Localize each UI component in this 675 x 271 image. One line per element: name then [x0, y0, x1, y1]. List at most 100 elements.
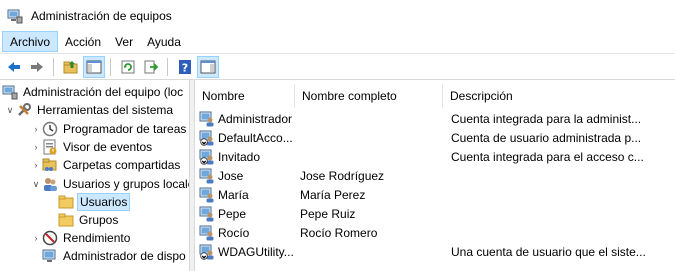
back-arrow-icon: [8, 61, 20, 72]
table-row[interactable]: Jose Jose Rodríguez: [195, 166, 675, 185]
tree-item-label: Administrador de dispo: [63, 249, 186, 263]
forward-button[interactable]: [26, 56, 48, 78]
toolbar-separator: [53, 57, 54, 76]
chevron-right-icon[interactable]: ›: [30, 120, 42, 138]
tree-item-label: Carpetas compartidas: [63, 158, 181, 172]
disabled-user-icon: [199, 130, 214, 146]
cell-name: Pepe: [195, 206, 295, 222]
action-pane-icon: [200, 60, 216, 73]
tree-item-label: Grupos: [79, 213, 119, 227]
refresh-icon: [121, 60, 135, 73]
tree-item-label: Usuarios y grupos locale: [63, 177, 189, 191]
show-hide-action-pane-button[interactable]: [197, 55, 219, 78]
tree-item-performance[interactable]: › Rendimiento: [30, 229, 132, 247]
cell-name: Rocío: [195, 225, 295, 241]
list-header: Nombre Nombre completo Descripción: [195, 84, 675, 108]
user-name: WDAGUtility...: [218, 244, 294, 259]
toolbar: ?: [0, 53, 675, 80]
chevron-down-icon[interactable]: ∨: [4, 101, 16, 119]
up-level-button[interactable]: [60, 56, 82, 78]
title-bar: Administración de equipos: [0, 0, 675, 31]
column-header-nombre[interactable]: Nombre: [195, 84, 295, 108]
cell-name: Administrador: [195, 111, 295, 127]
table-row[interactable]: DefaultAcco... Cuenta de usuario administ…: [195, 128, 675, 147]
user-icon: [199, 187, 214, 202]
device-manager-icon: [42, 249, 56, 262]
tree-item-computer-management[interactable]: Administración del equipo (loc: [2, 83, 185, 101]
tree-item-label: Programador de tareas: [63, 122, 187, 136]
user-icon: [199, 225, 214, 240]
cell-description: Cuenta de usuario administrada p...: [451, 130, 642, 145]
menu-archivo[interactable]: Archivo: [2, 31, 59, 52]
tree-item-system-tools[interactable]: ∨ Herramientas del sistema: [4, 101, 175, 119]
folder-icon: [58, 195, 74, 209]
tree-item-label: Visor de eventos: [63, 140, 153, 154]
cell-description: Una cuenta de usuario que el siste...: [451, 244, 646, 259]
user-name: María: [218, 187, 249, 202]
user-name: Pepe: [218, 206, 247, 221]
up-folder-icon: [63, 60, 78, 73]
cell-full-name: Pepe Ruiz: [300, 206, 356, 221]
chevron-right-icon[interactable]: ›: [30, 229, 42, 247]
back-button[interactable]: [3, 56, 25, 78]
navigation-tree[interactable]: Administración del equipo (loc ∨ Herrami…: [0, 80, 189, 271]
menu-bar: Archivo Acción Ver Ayuda: [0, 31, 675, 52]
toolbar-separator: [110, 57, 111, 76]
computer-management-app-icon: [7, 9, 23, 23]
svg-text:?: ?: [182, 61, 188, 74]
tree-item-grupos[interactable]: Grupos: [58, 211, 120, 229]
table-row[interactable]: Administrador Cuenta integrada para la ad…: [195, 109, 675, 128]
table-row[interactable]: María María Perez: [195, 185, 675, 204]
cell-description: Cuenta integrada para la administ...: [451, 111, 642, 126]
table-row[interactable]: WDAGUtility... Una cuenta de usuario que …: [195, 242, 675, 261]
export-list-icon: [144, 60, 159, 73]
show-hide-tree-button[interactable]: [83, 55, 105, 78]
cell-name: Jose: [195, 168, 295, 184]
tree-item-event-viewer[interactable]: › Visor de eventos: [30, 138, 154, 156]
user-name: Administrador: [218, 111, 293, 126]
table-row[interactable]: Invitado Cuenta integrada para el acceso …: [195, 147, 675, 166]
toolbar-separator: [167, 57, 168, 76]
chevron-right-icon[interactable]: ›: [30, 138, 42, 156]
forward-arrow-icon: [31, 61, 43, 72]
window-title: Administración de equipos: [31, 8, 172, 23]
user-name: Jose: [218, 168, 244, 183]
help-icon: ?: [179, 59, 191, 74]
user-name: Rocío: [218, 225, 250, 240]
cell-description: Cuenta integrada para el acceso c...: [451, 149, 644, 164]
user-icon: [199, 168, 214, 183]
tree-item-label: Usuarios: [77, 193, 131, 211]
refresh-button[interactable]: [117, 56, 139, 78]
chevron-right-icon[interactable]: ›: [30, 156, 42, 174]
table-row[interactable]: Rocío Rocío Romero: [195, 223, 675, 242]
export-list-button[interactable]: [140, 56, 162, 78]
user-list-view[interactable]: Nombre Nombre completo Descripción Admin…: [195, 80, 675, 271]
chevron-down-icon[interactable]: ∨: [30, 175, 42, 193]
cell-name: WDAGUtility...: [195, 244, 295, 260]
help-button[interactable]: ?: [174, 56, 196, 78]
tree-item-task-scheduler[interactable]: › Programador de tareas: [30, 120, 188, 138]
tree-item-usuarios[interactable]: Usuarios: [58, 193, 131, 211]
tree-item-label: Administración del equipo (loc: [23, 85, 184, 99]
event-viewer-icon: [43, 139, 57, 155]
tree-item-shared-folders[interactable]: › Carpetas compartidas: [30, 156, 182, 174]
show-hide-tree-icon: [86, 60, 102, 73]
task-scheduler-icon: [42, 121, 58, 137]
folder-icon: [58, 213, 74, 227]
cell-name: Invitado: [195, 149, 295, 165]
table-row[interactable]: Pepe Pepe Ruiz: [195, 204, 675, 223]
menu-ver[interactable]: Ver: [108, 31, 140, 52]
menu-accion[interactable]: Acción: [58, 31, 108, 52]
menu-ayuda[interactable]: Ayuda: [140, 31, 188, 52]
users-groups-icon: [44, 178, 57, 191]
cell-full-name: Jose Rodríguez: [300, 168, 385, 183]
tree-item-local-users-groups[interactable]: ∨ Usuarios y grupos locale: [30, 175, 189, 193]
tree-item-device-manager[interactable]: Administrador de dispo: [42, 247, 188, 265]
user-icon: [199, 111, 214, 126]
user-name: DefaultAcco...: [218, 130, 293, 145]
cell-full-name: Rocío Romero: [300, 225, 378, 240]
column-header-descripcion[interactable]: Descripción: [443, 84, 675, 108]
tree-item-label: Rendimiento: [63, 231, 131, 245]
column-header-nombre-completo[interactable]: Nombre completo: [295, 84, 443, 108]
system-tools-icon: [18, 103, 31, 116]
